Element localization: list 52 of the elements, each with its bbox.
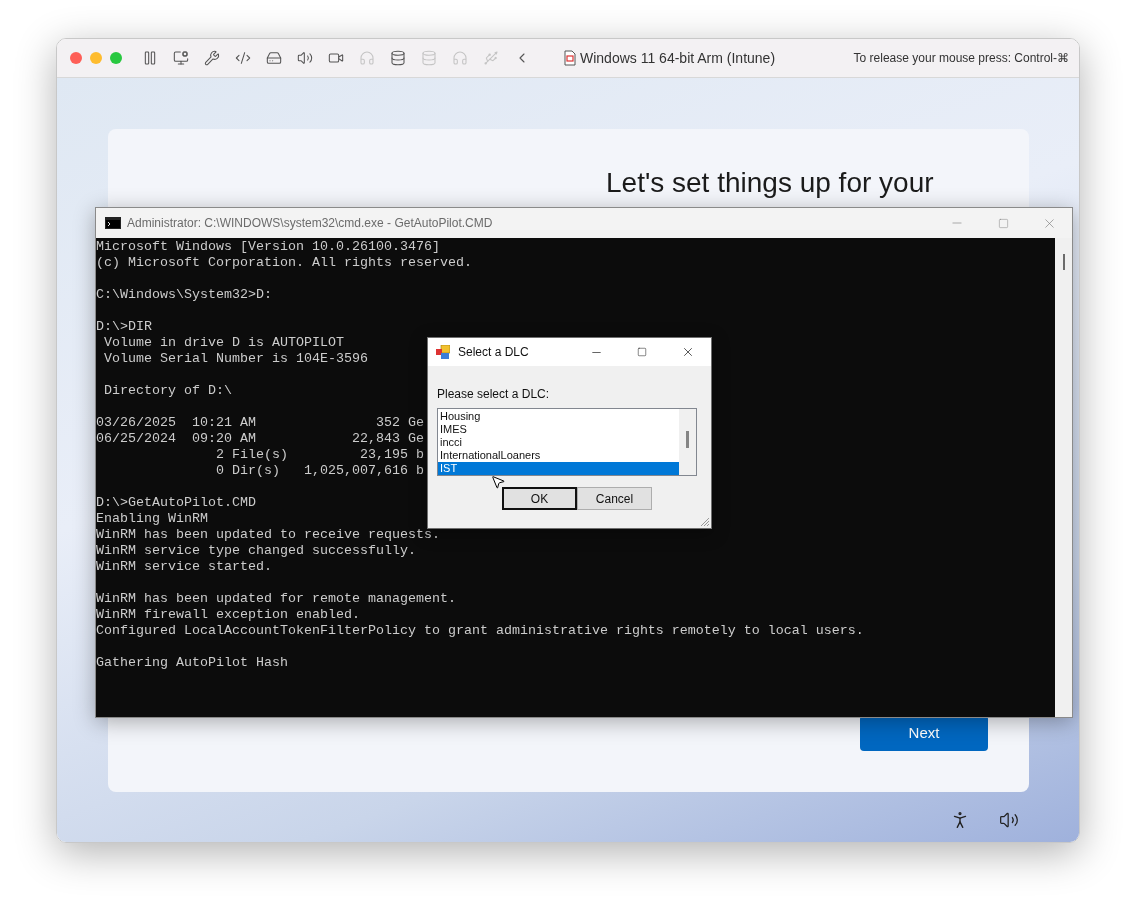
cancel-button[interactable]: Cancel: [577, 487, 652, 510]
console-line: Directory of D:\: [103, 383, 232, 399]
camera-icon[interactable]: [328, 50, 344, 66]
monitor-icon[interactable]: [173, 50, 189, 66]
list-scrollbar: [679, 409, 696, 475]
pause-icon[interactable]: [142, 50, 158, 66]
volume-icon[interactable]: [999, 810, 1019, 830]
console-line: WinRM has been updated to receive requests.: [96, 527, 440, 543]
code-icon[interactable]: [235, 50, 251, 66]
console-line: (c) Microsoft Corporation. All rights reserved.: [96, 255, 472, 271]
list-item[interactable]: InternationalLoaners: [438, 449, 679, 462]
close-button[interactable]: [70, 52, 82, 64]
console-line: D:\>DIR: [96, 319, 152, 335]
maximize-icon[interactable]: [637, 347, 647, 357]
mouse-pointer-icon: [490, 474, 506, 490]
console-line: WinRM has been updated for remote management.: [96, 591, 456, 607]
console-line: Volume in drive D is AUTOPILOT: [103, 335, 344, 351]
console-line: Microsoft Windows [Version 10.0.26100.3476]: [96, 239, 440, 255]
setup-heading: Let's set things up for your: [606, 166, 935, 200]
console-line: 2 File(s) 23,195 b: [214, 447, 424, 463]
app-icon: [436, 345, 450, 359]
speaker-icon[interactable]: [297, 50, 313, 66]
release-hint: To release your mouse press: Control-⌘: [853, 50, 1069, 67]
ok-button[interactable]: OK: [502, 487, 577, 510]
dialog-prompt: Please select a DLC:: [437, 387, 551, 401]
console-line: 0 Dir(s) 1,025,007,616 b: [214, 463, 424, 479]
drive-icon[interactable]: [266, 50, 282, 66]
console-line: WinRM service started.: [96, 559, 272, 575]
console-line: WinRM firewall exception enabled.: [96, 607, 360, 623]
console-line: Volume Serial Number is 104E-3596: [103, 351, 368, 367]
console-icon: [105, 217, 121, 229]
vm-title: Windows 11 64-bit Arm (Intune): [580, 48, 776, 68]
console-title: Administrator: C:\WINDOWS\system32\cmd.exe - GetAutoPilot.CMD: [127, 215, 493, 232]
console-line: 06/25/2024 09:20 AM 22,843 Ge: [96, 431, 424, 447]
console-line: C:\Windows\System32>D:: [96, 287, 272, 303]
console-line: Gathering AutoPilot Hash: [96, 655, 288, 671]
list-item[interactable]: IMES: [438, 423, 679, 436]
console-line: D:\>GetAutoPilot.CMD: [96, 495, 256, 511]
list-item[interactable]: Housing: [438, 410, 679, 423]
console-line: 03/26/2025 10:21 AM 352 Ge: [96, 415, 424, 431]
dlc-listbox[interactable]: Housing IMES incci InternationalLoaners IST: [437, 408, 697, 476]
close-icon[interactable]: [681, 345, 695, 359]
list-item[interactable]: IST: [438, 462, 679, 475]
console-line: Enabling WinRM: [96, 511, 208, 527]
console-line: Configured LocalAccountTokenFilterPolicy to grant administrative rights remotely to local users.: [96, 623, 864, 639]
wrench-icon[interactable]: [204, 50, 220, 66]
resize-grip: [698, 515, 710, 527]
console-line: WinRM service type changed successfully.: [96, 543, 416, 559]
list-item[interactable]: incci: [438, 436, 679, 449]
dialog-title: Select a DLC: [458, 344, 529, 361]
storage-icon[interactable]: [390, 50, 406, 66]
document-icon: [564, 50, 576, 66]
